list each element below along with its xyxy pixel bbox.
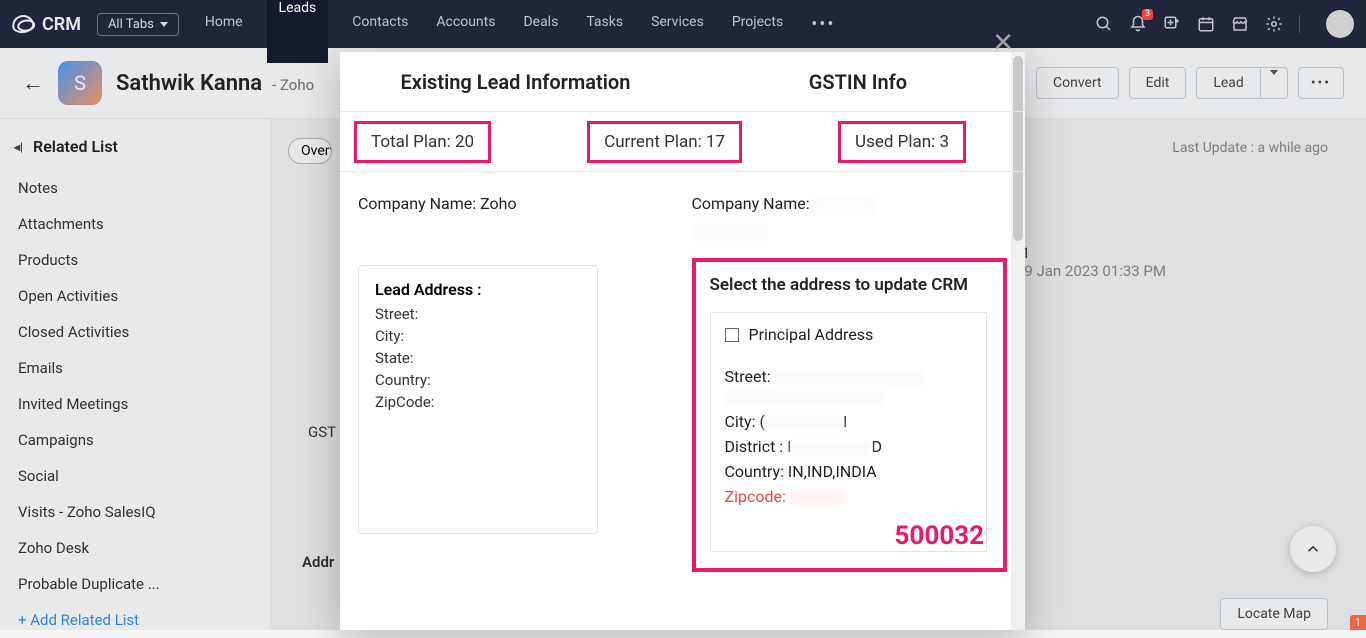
modal-tab-existing[interactable]: Existing Lead Information xyxy=(340,70,691,94)
principal-address-card[interactable]: Principal Address Street: City: (I Distr… xyxy=(710,312,988,552)
main-nav: Home Leads Contacts Accounts Deals Tasks… xyxy=(201,0,840,49)
gst-zipcode: Zipcode: xyxy=(725,484,973,509)
add-icon[interactable] xyxy=(1163,15,1181,33)
logo-icon xyxy=(11,14,35,35)
modal: Existing Lead Information GSTIN Info Tot… xyxy=(340,52,1025,630)
select-address-box: Select the address to update CRM Princip… xyxy=(692,258,1008,572)
profile-avatar[interactable] xyxy=(1326,10,1354,38)
total-plan-box: Total Plan: 20 xyxy=(354,121,491,163)
bell-icon[interactable]: 3 xyxy=(1129,15,1147,33)
nav-contacts[interactable]: Contacts xyxy=(348,0,412,49)
nav-accounts[interactable]: Accounts xyxy=(432,0,499,49)
company-right: Company Name: xyxy=(692,194,1008,240)
all-tabs-button[interactable]: All Tabs xyxy=(97,13,179,36)
gst-street: Street: xyxy=(725,364,973,409)
modal-tab-gstin[interactable]: GSTIN Info xyxy=(691,70,1025,94)
company-left: Company Name: Zoho xyxy=(358,194,674,213)
notif-badge: 3 xyxy=(1142,9,1153,20)
gst-district: District : ID xyxy=(725,434,973,459)
gst-city: City: (I xyxy=(725,409,973,434)
lead-address-box: Lead Address : Street: City: State: Coun… xyxy=(358,265,598,534)
nav-more-icon[interactable]: ••• xyxy=(807,0,839,49)
redacted xyxy=(814,198,874,212)
used-plan-box: Used Plan: 3 xyxy=(838,121,966,163)
gst-country: Country: IN,IND,INDIA xyxy=(725,459,973,484)
gear-icon[interactable] xyxy=(1265,15,1283,33)
current-plan-box: Current Plan: 17 xyxy=(587,121,742,163)
search-icon[interactable] xyxy=(1095,15,1113,33)
gst-bignum: 500032 xyxy=(894,521,984,551)
nav-tasks[interactable]: Tasks xyxy=(582,0,627,49)
chevron-down-icon xyxy=(160,22,168,27)
principal-checkbox[interactable] xyxy=(725,328,739,342)
principal-label: Principal Address xyxy=(749,325,874,344)
nav-home[interactable]: Home xyxy=(201,0,247,49)
store-icon[interactable] xyxy=(1231,15,1249,33)
calendar-icon[interactable] xyxy=(1197,15,1215,33)
nav-projects[interactable]: Projects xyxy=(728,0,787,49)
app-name: CRM xyxy=(42,14,81,35)
nav-services[interactable]: Services xyxy=(647,0,708,49)
nav-deals[interactable]: Deals xyxy=(519,0,562,49)
